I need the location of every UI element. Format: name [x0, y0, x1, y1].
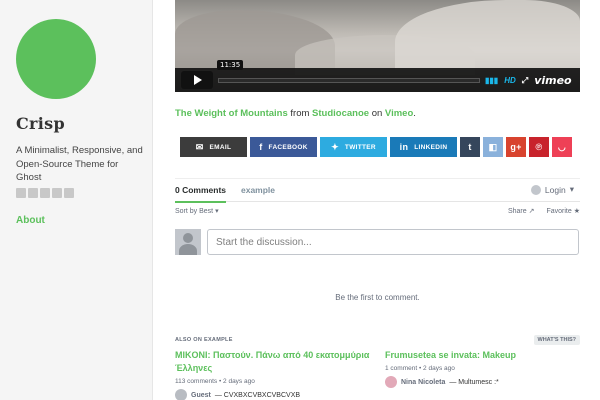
linkedin-icon[interactable] — [40, 188, 50, 198]
author-link[interactable]: Studiocanoe — [312, 108, 369, 119]
facebook-icon[interactable] — [16, 188, 26, 198]
comments-nav: 0 Comments example Login ▾ — [175, 178, 580, 203]
video-player[interactable]: 11:35 ▮▮▮ HD ⤢ vimeo — [175, 0, 580, 92]
twitter-icon[interactable] — [28, 188, 38, 198]
vimeo-link[interactable]: Vimeo — [385, 108, 413, 119]
email-icon[interactable] — [52, 188, 62, 198]
recommendation-item[interactable]: Frumusetea se invata: Makeup 1 comment •… — [385, 349, 580, 388]
video-timecode: 11:35 — [217, 60, 244, 70]
tumblr-icon: t — [468, 142, 472, 152]
nav-about-link[interactable]: About — [16, 215, 45, 226]
video-caption: The Weight of Mountains from Studiocanoe… — [175, 108, 416, 119]
avatar — [175, 389, 187, 400]
also-on-heading: ALSO ON EXAMPLE — [175, 337, 233, 343]
share-email-button[interactable]: ✉ EMAIL — [180, 137, 247, 157]
tab-community[interactable]: example — [241, 185, 275, 195]
recommendation-username: Guest — [191, 391, 211, 399]
chevron-down-icon: ▾ — [569, 184, 574, 194]
share-facebook-label: FACEBOOK — [268, 143, 308, 151]
share-buttons: ✉ EMAIL f FACEBOOK ✦ TWITTER in LINKEDIN t ◧… — [180, 137, 572, 157]
video-title-link[interactable]: The Weight of Mountains — [175, 108, 288, 119]
envelope-icon: ✉ — [195, 141, 204, 152]
recommendation-username: Nina Nicoleta — [401, 378, 446, 386]
recommendation-meta: 113 comments • 2 days ago — [175, 378, 255, 385]
video-progress-bar[interactable] — [218, 78, 480, 83]
volume-icon[interactable]: ▮▮▮ — [485, 76, 498, 85]
play-button[interactable] — [181, 71, 213, 89]
whats-this-button[interactable]: WHAT'S THIS? — [533, 335, 580, 345]
share-tumblr-button[interactable]: t — [460, 137, 480, 157]
recommendation-item[interactable]: MIKONI: Παστούν. Πάνω από 40 εκατομμύρια… — [175, 349, 370, 400]
favorite-label: Favorite — [546, 208, 572, 215]
tab-comments[interactable]: 0 Comments — [175, 185, 227, 203]
share-pinterest-button[interactable]: ℗ — [529, 137, 549, 157]
share-thread-button[interactable]: Share ↗ — [508, 207, 535, 215]
share-pocket-button[interactable]: ◡ — [552, 137, 572, 157]
share-icon: ↗ — [528, 208, 535, 215]
share-linkedin-label: LINKEDIN — [414, 143, 448, 151]
site-description: A Minimalist, Responsive, and Open-Sourc… — [16, 145, 143, 183]
facebook-icon: f — [259, 142, 263, 152]
caption-end: . — [413, 108, 416, 119]
recommendation-title[interactable]: Frumusetea se invata: Makeup — [385, 349, 580, 362]
recommendation-meta: 1 comment • 2 days ago — [385, 365, 455, 372]
share-thread-label: Share — [507, 208, 527, 215]
star-icon: ★ — [573, 208, 580, 215]
favorite-button[interactable]: Favorite ★ — [546, 207, 580, 215]
share-email-label: EMAIL — [209, 143, 232, 151]
share-twitter-button[interactable]: ✦ TWITTER — [320, 137, 387, 157]
googleplus-icon: g+ — [510, 142, 522, 152]
video-controls: 11:35 ▮▮▮ HD ⤢ vimeo — [175, 60, 580, 92]
fullscreen-icon[interactable]: ⤢ — [522, 76, 528, 86]
caption-from: from — [287, 108, 313, 119]
site-title[interactable]: Crisp — [16, 114, 65, 133]
blog-logo[interactable] — [16, 19, 96, 99]
delicious-icon: ◧ — [488, 141, 498, 152]
share-linkedin-button[interactable]: in LINKEDIN — [390, 137, 457, 157]
share-googleplus-button[interactable]: g+ — [506, 137, 526, 157]
sort-label: Sort by Best — [175, 208, 214, 215]
recommendation-excerpt: — CVXBXCVBXCVBCVXB — [214, 391, 301, 399]
pinterest-icon: ℗ — [535, 142, 543, 152]
caption-on: on — [369, 108, 385, 119]
also-on-prefix: ALSO ON — [175, 337, 204, 343]
sort-dropdown[interactable]: Sort by Best ▾ — [175, 207, 219, 215]
also-on-site[interactable]: EXAMPLE — [204, 337, 233, 343]
rss-icon[interactable] — [64, 188, 74, 198]
twitter-icon: ✦ — [331, 141, 339, 152]
empty-comments-message: Be the first to comment. — [335, 293, 420, 302]
share-delicious-button[interactable]: ◧ — [483, 137, 503, 157]
comment-input[interactable] — [207, 229, 579, 255]
recommendation-title[interactable]: MIKONI: Παστούν. Πάνω από 40 εκατομμύρια… — [175, 349, 370, 375]
video-control-icons: ▮▮▮ HD ⤢ vimeo — [485, 74, 572, 87]
video-frame-shape — [395, 0, 580, 70]
vimeo-logo[interactable]: vimeo — [534, 74, 571, 87]
social-links — [16, 188, 74, 198]
disqus-icon — [530, 184, 541, 195]
chevron-down-icon: ▾ — [215, 208, 219, 215]
avatar — [385, 376, 397, 388]
share-facebook-button[interactable]: f FACEBOOK — [250, 137, 317, 157]
recommendation-user: Guest — CVXBXCVBXCVBCVXB — [175, 389, 370, 400]
linkedin-icon: in — [399, 142, 409, 152]
user-avatar — [175, 229, 201, 255]
recommendation-user: Nina Nicoleta — Multumesc :* — [385, 376, 580, 388]
login-menu[interactable]: Login ▾ — [530, 184, 574, 195]
sidebar: Crisp A Minimalist, Responsive, and Open… — [0, 0, 153, 400]
pocket-icon: ◡ — [557, 141, 567, 152]
recommendation-excerpt: — Multumesc :* — [449, 378, 499, 386]
share-twitter-label: TWITTER — [344, 143, 376, 151]
hd-toggle[interactable]: HD — [504, 76, 516, 85]
thread-actions: Share ↗ Favorite ★ — [508, 207, 580, 215]
login-label: Login — [544, 184, 566, 195]
